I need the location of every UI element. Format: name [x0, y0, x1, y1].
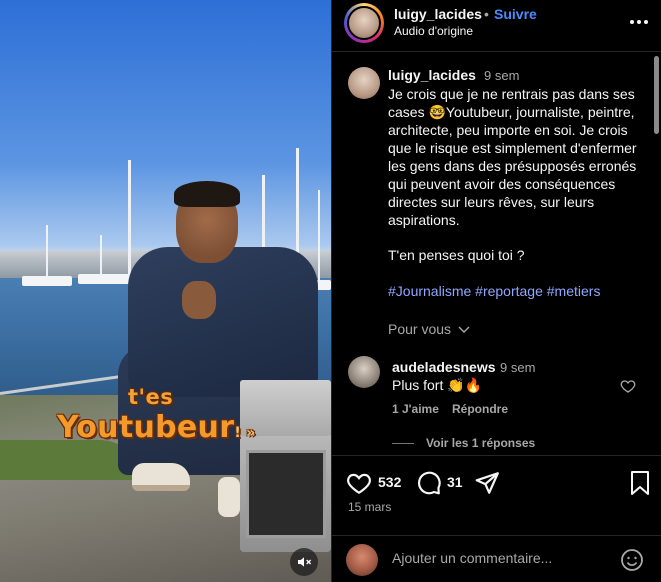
- current-user-avatar: [346, 544, 378, 576]
- comment-button[interactable]: [416, 470, 442, 496]
- video-caption-tail: ! »: [234, 425, 256, 441]
- send-paper-plane-icon: [475, 472, 499, 494]
- caption-question: T'en penses quoi toi ?: [388, 247, 525, 263]
- microwave: [240, 380, 331, 552]
- comments-count[interactable]: 31: [447, 474, 463, 490]
- video-caption-line2: Youtubeur! »: [57, 410, 256, 445]
- commenter-avatar[interactable]: [348, 356, 380, 388]
- comment-username[interactable]: audeladesnews: [392, 359, 496, 375]
- pour-vous-label: Pour vous: [388, 321, 452, 337]
- post-panel: luigy_lacides • Suivre Audio d'origine l…: [331, 0, 661, 582]
- comments-section[interactable]: luigy_lacides 9 sem Je crois que je ne r…: [332, 53, 661, 455]
- caption-username[interactable]: luigy_lacides: [388, 67, 476, 83]
- author-username[interactable]: luigy_lacides: [394, 6, 482, 22]
- author-avatar[interactable]: [347, 6, 381, 40]
- comment-likes[interactable]: 1 J'aime: [392, 402, 439, 416]
- person-jacket: [128, 247, 318, 397]
- video-caption-word: Youtubeur: [57, 410, 235, 445]
- comment-text: Plus fort 👏🔥: [392, 377, 483, 393]
- post-actions: 532 31 15 mars: [332, 455, 661, 535]
- original-audio-link[interactable]: Audio d'origine: [394, 24, 473, 38]
- caption-text: Je crois que je ne rentrais pas dans ses…: [388, 86, 637, 228]
- person-shoe: [132, 463, 190, 491]
- heart-icon: [347, 473, 371, 495]
- share-button[interactable]: [474, 470, 500, 496]
- speaker-muted-icon: [298, 557, 312, 567]
- post-date[interactable]: 15 mars: [348, 500, 391, 514]
- comment-bubble-icon: [417, 471, 441, 495]
- view-replies-button[interactable]: Voir les 1 réponses: [426, 436, 535, 450]
- comment-input[interactable]: [392, 550, 612, 566]
- smiley-icon: [621, 549, 643, 571]
- pour-vous-toggle[interactable]: Pour vous: [388, 321, 470, 337]
- mute-button[interactable]: [290, 548, 318, 576]
- story-ring[interactable]: [344, 3, 384, 43]
- save-button[interactable]: [628, 470, 652, 496]
- like-button[interactable]: [346, 470, 372, 496]
- more-horizontal-icon: [630, 20, 648, 24]
- caption-time: 9 sem: [484, 68, 520, 83]
- comment-like-button[interactable]: [620, 378, 636, 394]
- post-header: luigy_lacides • Suivre Audio d'origine: [332, 0, 661, 52]
- comment-reply-button[interactable]: Répondre: [452, 402, 508, 416]
- caption-author-avatar[interactable]: [348, 67, 380, 99]
- person-hand: [182, 281, 216, 319]
- boat: [22, 276, 72, 286]
- heart-icon: [620, 380, 636, 393]
- video-caption-line1: t'es: [128, 385, 174, 409]
- person-hair: [174, 181, 240, 207]
- add-comment-bar: [332, 535, 661, 582]
- likes-count[interactable]: 532: [378, 474, 401, 490]
- person-shoe: [218, 477, 240, 517]
- bookmark-icon: [631, 471, 649, 495]
- separator-dot: •: [484, 6, 489, 22]
- replies-divider: [392, 443, 414, 444]
- boat-mast: [46, 225, 48, 280]
- comment-time: 9 sem: [500, 360, 536, 375]
- microwave-door: [246, 450, 326, 538]
- emoji-button[interactable]: [620, 548, 644, 572]
- reel-video[interactable]: t'es Youtubeur! »: [0, 0, 331, 582]
- caption-hashtags[interactable]: #Journalisme #reportage #metiers: [388, 283, 600, 299]
- comments-scrollbar[interactable]: [654, 56, 659, 134]
- follow-button[interactable]: Suivre: [494, 6, 537, 22]
- more-options-button[interactable]: [628, 12, 650, 32]
- chevron-down-icon: [458, 326, 470, 333]
